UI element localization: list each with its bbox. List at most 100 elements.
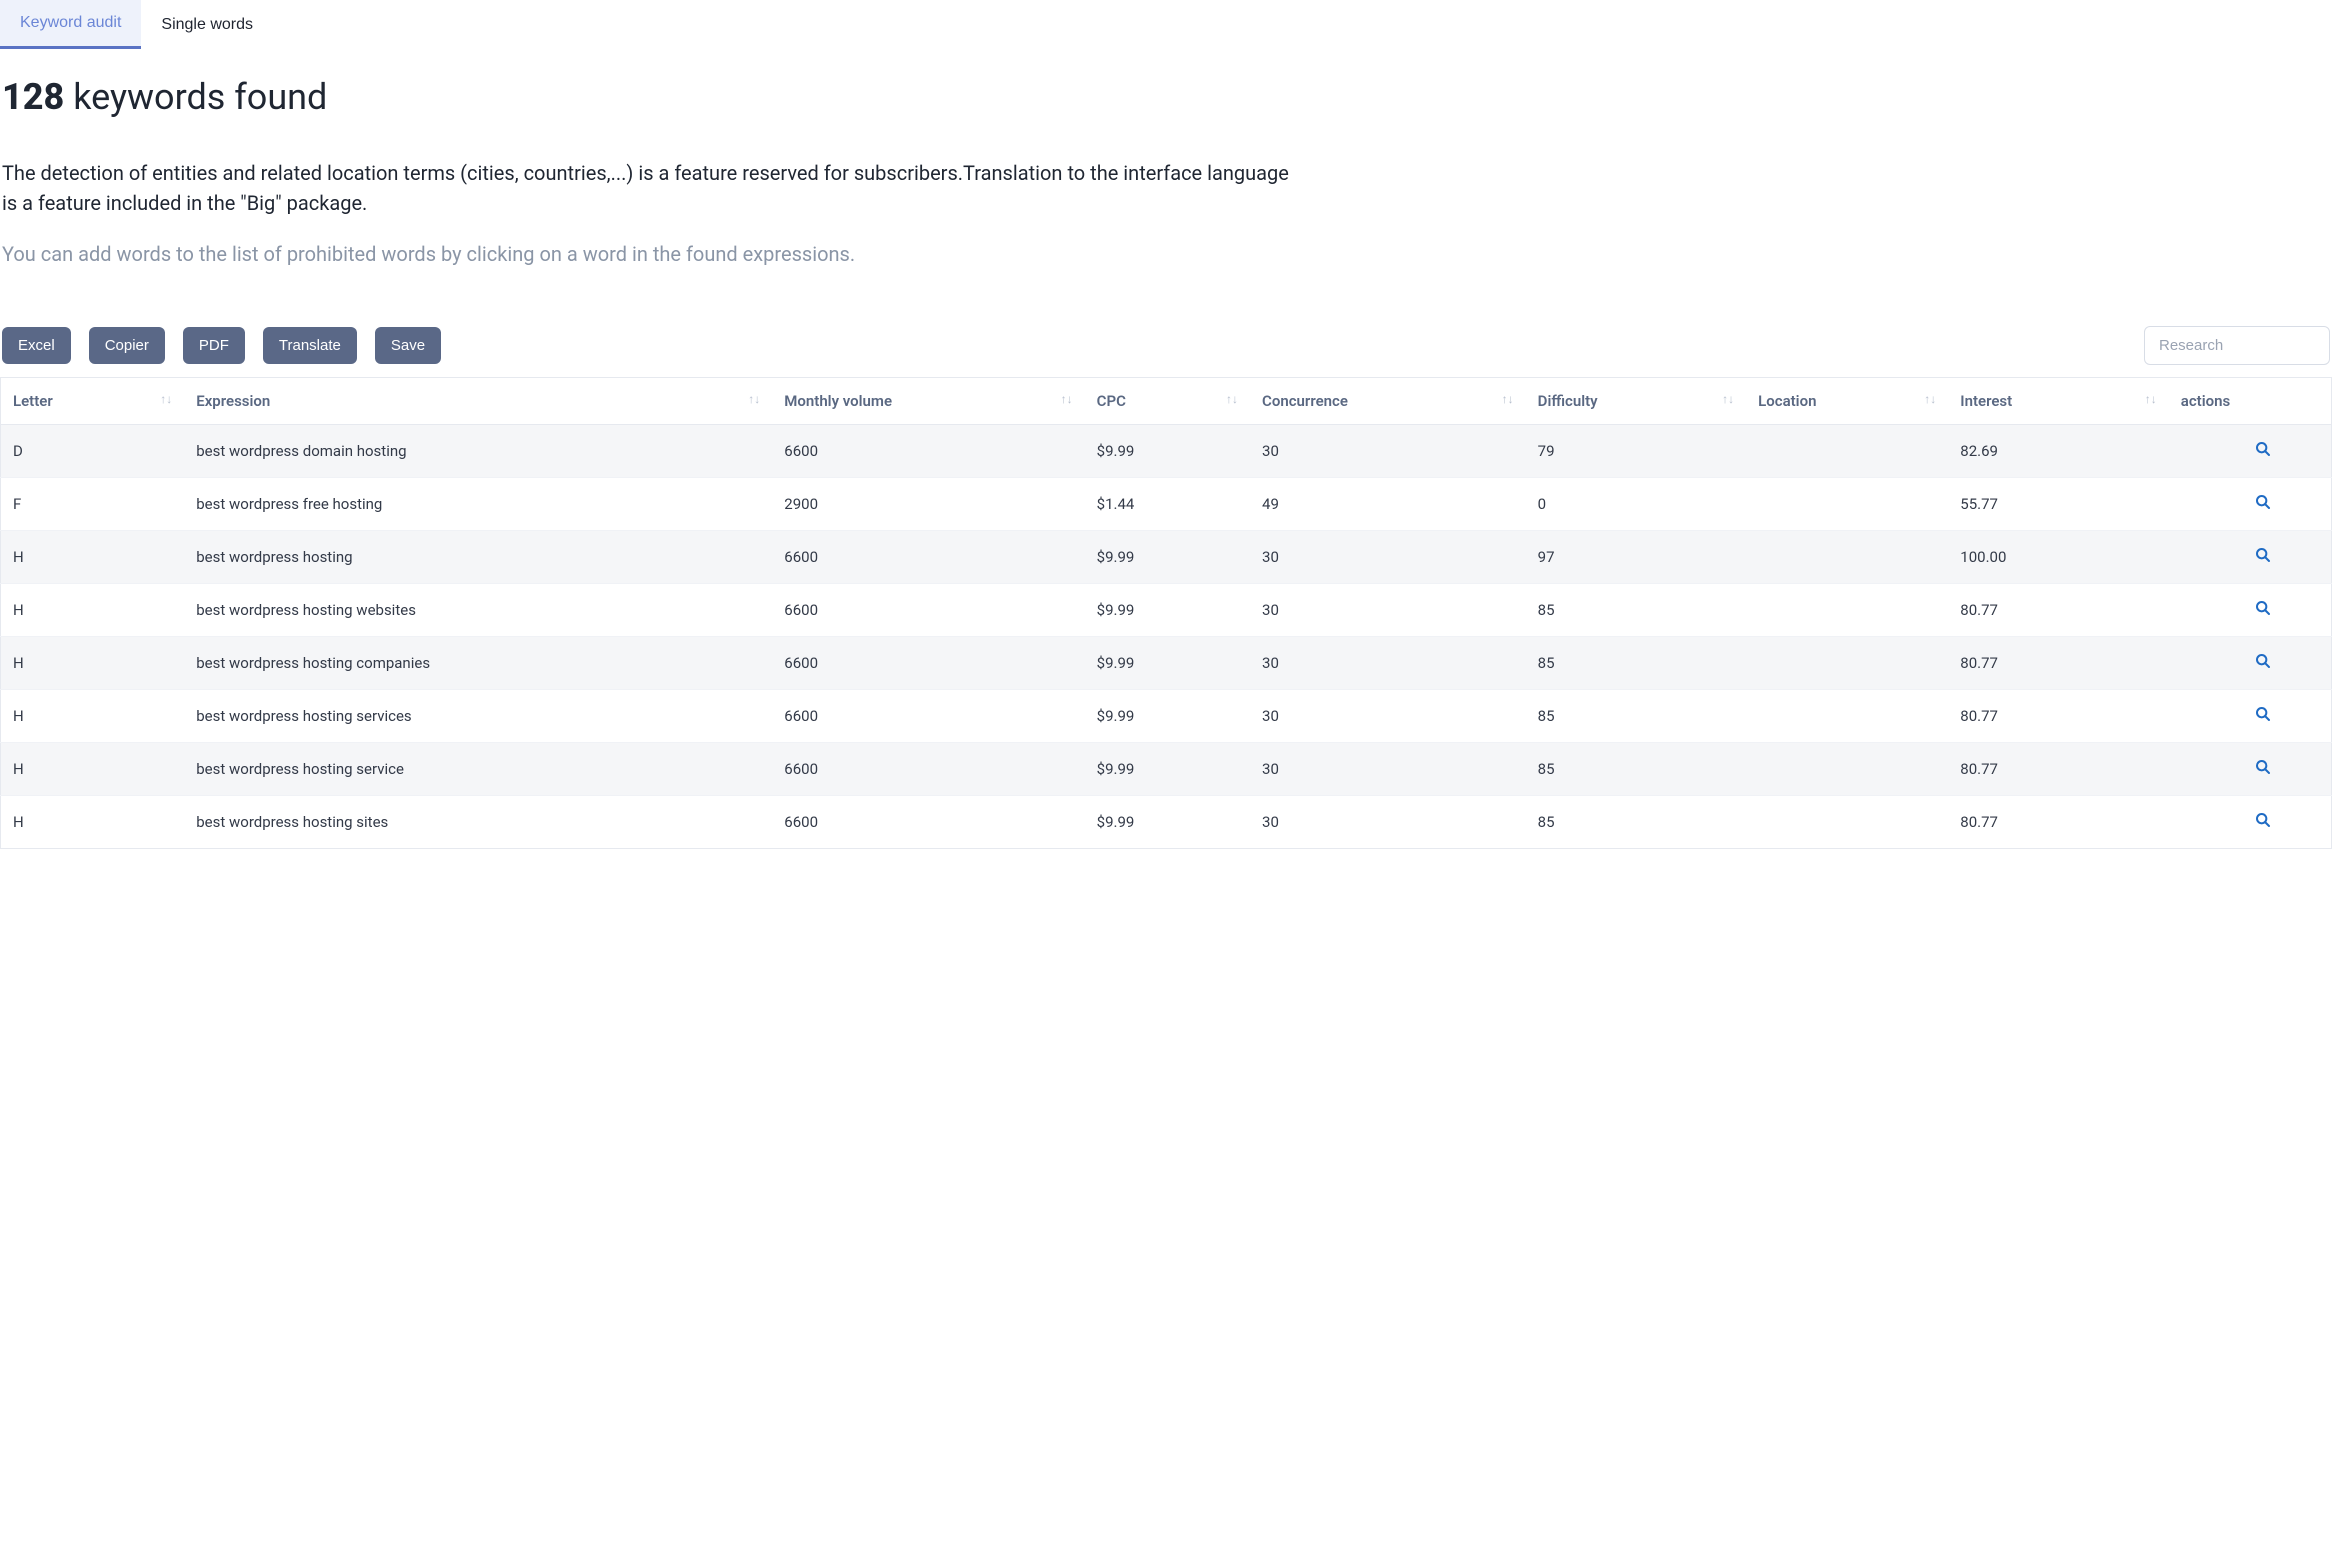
table-row: Hbest wordpress hosting services6600$9.9… (1, 690, 2332, 743)
table-row: Hbest wordpress hosting companies6600$9.… (1, 637, 2332, 690)
translate-button[interactable]: Translate (263, 327, 357, 364)
cell-expression[interactable]: best wordpress hosting companies (184, 637, 772, 690)
table-row: Hbest wordpress hosting sites6600$9.9930… (1, 796, 2332, 849)
cell-actions (2169, 690, 2332, 743)
cell-cpc: $9.99 (1085, 637, 1250, 690)
cell-letter: H (1, 531, 185, 584)
search-icon[interactable] (2255, 441, 2271, 457)
page-title: 128 keywords found (2, 76, 2330, 118)
cell-expression[interactable]: best wordpress free hosting (184, 478, 772, 531)
table-row: Hbest wordpress hosting6600$9.993097100.… (1, 531, 2332, 584)
col-concurrence[interactable]: Concurrence↑↓ (1250, 378, 1526, 425)
cell-difficulty: 85 (1526, 796, 1747, 849)
keywords-table: Letter↑↓ Expression↑↓ Monthly volume↑↓ C… (0, 377, 2332, 849)
cell-location (1746, 584, 1948, 637)
cell-volume: 6600 (772, 690, 1084, 743)
excel-button[interactable]: Excel (2, 327, 71, 364)
search-icon[interactable] (2255, 759, 2271, 775)
cell-interest: 80.77 (1948, 584, 2169, 637)
search-icon[interactable] (2255, 812, 2271, 828)
cell-actions (2169, 425, 2332, 478)
cell-difficulty: 85 (1526, 584, 1747, 637)
cell-cpc: $1.44 (1085, 478, 1250, 531)
cell-cpc: $9.99 (1085, 531, 1250, 584)
cell-expression[interactable]: best wordpress hosting service (184, 743, 772, 796)
cell-volume: 6600 (772, 637, 1084, 690)
cell-expression[interactable]: best wordpress domain hosting (184, 425, 772, 478)
tab-single-words[interactable]: Single words (141, 0, 273, 49)
table-row: Dbest wordpress domain hosting6600$9.993… (1, 425, 2332, 478)
cell-cpc: $9.99 (1085, 743, 1250, 796)
cell-volume: 6600 (772, 796, 1084, 849)
cell-location (1746, 478, 1948, 531)
pdf-button[interactable]: PDF (183, 327, 245, 364)
cell-concurrence: 30 (1250, 637, 1526, 690)
cell-concurrence: 30 (1250, 743, 1526, 796)
cell-concurrence: 30 (1250, 584, 1526, 637)
cell-cpc: $9.99 (1085, 796, 1250, 849)
cell-concurrence: 30 (1250, 531, 1526, 584)
copier-button[interactable]: Copier (89, 327, 165, 364)
col-volume[interactable]: Monthly volume↑↓ (772, 378, 1084, 425)
cell-interest: 80.77 (1948, 796, 2169, 849)
cell-location (1746, 637, 1948, 690)
cell-actions (2169, 584, 2332, 637)
cell-expression[interactable]: best wordpress hosting services (184, 690, 772, 743)
sort-icon: ↑↓ (2145, 392, 2157, 406)
cell-letter: D (1, 425, 185, 478)
title-rest: keywords found (73, 76, 327, 118)
cell-volume: 2900 (772, 478, 1084, 531)
col-difficulty[interactable]: Difficulty↑↓ (1526, 378, 1747, 425)
tab-keyword-audit[interactable]: Keyword audit (0, 0, 141, 49)
cell-interest: 55.77 (1948, 478, 2169, 531)
cell-letter: H (1, 637, 185, 690)
cell-volume: 6600 (772, 743, 1084, 796)
col-expression[interactable]: Expression↑↓ (184, 378, 772, 425)
table-row: Fbest wordpress free hosting2900$1.44490… (1, 478, 2332, 531)
cell-actions (2169, 796, 2332, 849)
cell-volume: 6600 (772, 584, 1084, 637)
col-letter[interactable]: Letter↑↓ (1, 378, 185, 425)
sort-icon: ↑↓ (748, 392, 760, 406)
cell-interest: 80.77 (1948, 743, 2169, 796)
cell-cpc: $9.99 (1085, 425, 1250, 478)
sort-icon: ↑↓ (1924, 392, 1936, 406)
search-icon[interactable] (2255, 653, 2271, 669)
cell-letter: F (1, 478, 185, 531)
col-cpc[interactable]: CPC↑↓ (1085, 378, 1250, 425)
cell-cpc: $9.99 (1085, 690, 1250, 743)
tabs: Keyword audit Single words (0, 0, 2332, 50)
cell-location (1746, 743, 1948, 796)
sort-icon: ↑↓ (1226, 392, 1238, 406)
search-icon[interactable] (2255, 706, 2271, 722)
col-interest[interactable]: Interest↑↓ (1948, 378, 2169, 425)
search-input[interactable] (2144, 326, 2330, 365)
cell-cpc: $9.99 (1085, 584, 1250, 637)
cell-interest: 80.77 (1948, 690, 2169, 743)
cell-concurrence: 30 (1250, 425, 1526, 478)
cell-expression[interactable]: best wordpress hosting (184, 531, 772, 584)
cell-difficulty: 85 (1526, 690, 1747, 743)
cell-location (1746, 796, 1948, 849)
col-actions: actions (2169, 378, 2332, 425)
cell-expression[interactable]: best wordpress hosting sites (184, 796, 772, 849)
cell-letter: H (1, 796, 185, 849)
search-icon[interactable] (2255, 494, 2271, 510)
col-location[interactable]: Location↑↓ (1746, 378, 1948, 425)
cell-concurrence: 30 (1250, 796, 1526, 849)
save-button[interactable]: Save (375, 327, 441, 364)
cell-letter: H (1, 690, 185, 743)
sort-icon: ↑↓ (1502, 392, 1514, 406)
table-row: Hbest wordpress hosting service6600$9.99… (1, 743, 2332, 796)
cell-difficulty: 97 (1526, 531, 1747, 584)
table-row: Hbest wordpress hosting websites6600$9.9… (1, 584, 2332, 637)
cell-actions (2169, 478, 2332, 531)
cell-interest: 82.69 (1948, 425, 2169, 478)
cell-letter: H (1, 584, 185, 637)
cell-expression[interactable]: best wordpress hosting websites (184, 584, 772, 637)
search-icon[interactable] (2255, 600, 2271, 616)
search-icon[interactable] (2255, 547, 2271, 563)
cell-location (1746, 690, 1948, 743)
sort-icon: ↑↓ (160, 392, 172, 406)
cell-volume: 6600 (772, 425, 1084, 478)
